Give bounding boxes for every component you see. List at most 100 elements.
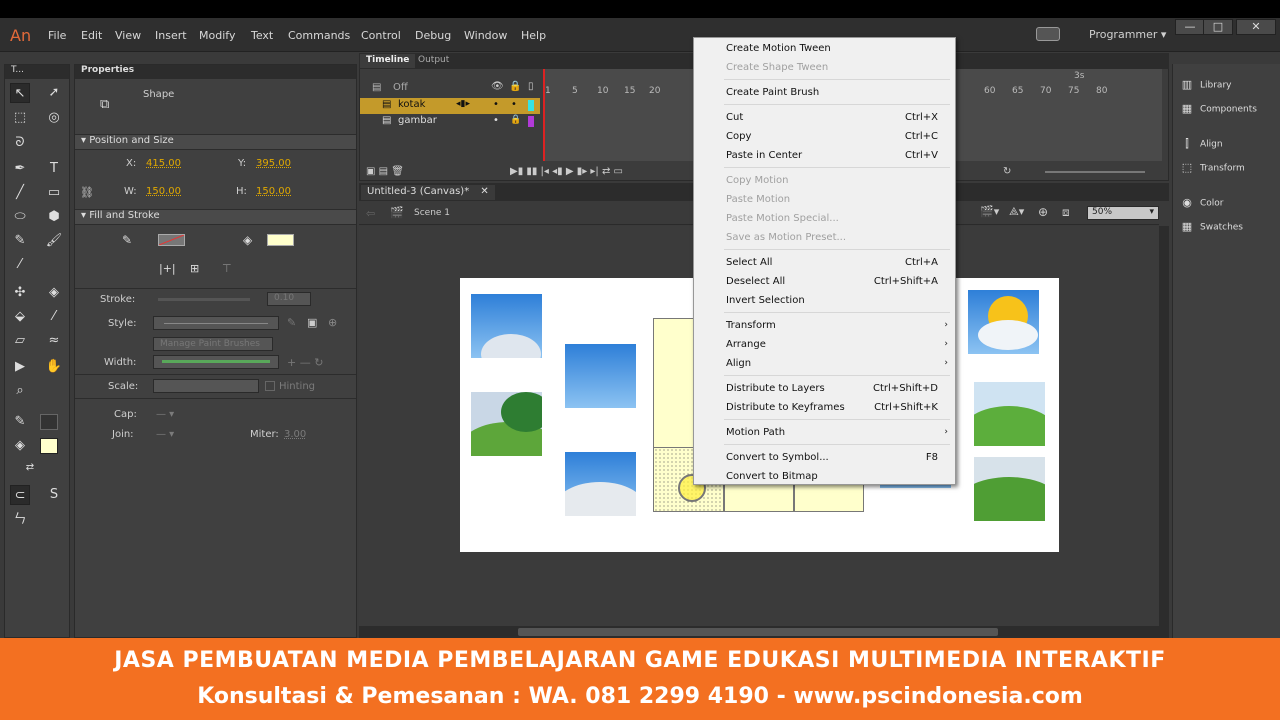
subselection-tool-icon[interactable]: ➚ bbox=[44, 83, 64, 103]
layer-color-box[interactable] bbox=[528, 100, 534, 111]
pencil-tool-icon[interactable]: ✎ bbox=[10, 231, 30, 251]
puzzle-image-tile[interactable] bbox=[974, 382, 1045, 446]
puzzle-image-tile[interactable] bbox=[974, 457, 1045, 521]
edit-stroke-style-icon[interactable]: ✎ bbox=[287, 316, 296, 329]
timeline-layer-buttons[interactable]: ▣ ▤ 🗑 bbox=[366, 166, 404, 177]
stroke-color-chip[interactable] bbox=[158, 234, 185, 246]
eraser-tool-icon[interactable]: ▱ bbox=[10, 331, 30, 351]
layer-row-gambar[interactable]: ▤ gambar • 🔒 bbox=[360, 114, 540, 130]
edit-symbols-icon[interactable]: ⟁▾ bbox=[1009, 205, 1024, 219]
cap-select[interactable]: — ▾ bbox=[156, 409, 174, 420]
camera-tool-icon[interactable]: ▶ bbox=[10, 357, 30, 377]
puzzle-image-tile[interactable] bbox=[471, 392, 542, 456]
context-menu-item-motion-path[interactable]: Motion Path › bbox=[726, 423, 948, 442]
outline-all-icon[interactable]: ▯ bbox=[528, 81, 534, 92]
lock-icon[interactable]: 🔒 bbox=[510, 115, 521, 125]
lock-all-icon[interactable]: 🔒 bbox=[509, 81, 521, 92]
straighten-icon[interactable]: ㄣ bbox=[10, 510, 30, 530]
close-tab-icon[interactable]: ✕ bbox=[480, 186, 488, 197]
h-value[interactable]: 150.00 bbox=[256, 186, 291, 197]
context-menu-item-create-paint-brush[interactable]: Create Paint Brush bbox=[726, 83, 948, 102]
context-menu-item-align[interactable]: Align › bbox=[726, 354, 948, 373]
miter-value[interactable]: 3.00 bbox=[284, 429, 306, 440]
menu-text[interactable]: Text bbox=[251, 29, 273, 42]
context-menu-item-convert-to-symbol[interactable]: Convert to Symbol... F8 bbox=[726, 448, 948, 467]
smooth-icon[interactable]: S bbox=[44, 485, 64, 505]
timeline-zoom-reset-icon[interactable]: ↻ bbox=[1003, 166, 1011, 177]
x-value[interactable]: 415.00 bbox=[146, 158, 181, 169]
context-menu-item-select-all[interactable]: Select All Ctrl+A bbox=[726, 253, 948, 272]
context-menu-item-copy[interactable]: Copy Ctrl+C bbox=[726, 127, 948, 146]
layer-row-kotak[interactable]: ▤ kotak ◂▮▸ • • bbox=[360, 98, 540, 114]
text-tool-icon[interactable]: T bbox=[44, 159, 64, 179]
polystar-tool-icon[interactable]: ⬢ bbox=[44, 207, 64, 227]
menu-view[interactable]: View bbox=[115, 29, 141, 42]
oval-tool-icon[interactable]: ⬭ bbox=[10, 207, 30, 227]
selection-tool-icon[interactable]: ↖ bbox=[10, 83, 30, 103]
join-select[interactable]: — ▾ bbox=[156, 429, 174, 440]
lasso-tool-icon[interactable]: ᘐ bbox=[10, 133, 30, 153]
tab-output[interactable]: Output bbox=[412, 54, 455, 68]
playhead[interactable] bbox=[543, 69, 545, 161]
puzzle-image-tile[interactable] bbox=[565, 452, 636, 516]
menu-window[interactable]: Window bbox=[464, 29, 507, 42]
context-menu-item-invert-selection[interactable]: Invert Selection bbox=[726, 291, 948, 310]
minimize-button[interactable]: — bbox=[1175, 19, 1205, 35]
menu-edit[interactable]: Edit bbox=[81, 29, 102, 42]
visibility-dot[interactable]: • bbox=[493, 115, 499, 126]
timeline-zoom-slider[interactable] bbox=[1045, 171, 1145, 173]
maximize-button[interactable]: □ bbox=[1203, 19, 1233, 35]
visibility-dot[interactable]: • bbox=[493, 99, 499, 110]
line-tool-icon[interactable]: ╱ bbox=[10, 183, 30, 203]
show-hide-all-icon[interactable]: 👁 bbox=[491, 81, 504, 92]
width-tool-icon[interactable]: ≈ bbox=[44, 331, 64, 351]
add-width-icon[interactable]: + — ↻ bbox=[287, 356, 323, 369]
fill-color-swatch[interactable] bbox=[40, 438, 58, 454]
tab-timeline[interactable]: Timeline bbox=[360, 54, 416, 68]
menu-commands[interactable]: Commands bbox=[288, 29, 350, 42]
dock-components[interactable]: ▦ Components bbox=[1180, 103, 1257, 115]
workspace-icon[interactable] bbox=[1036, 27, 1060, 41]
workspace-switcher[interactable]: Programmer ▾ bbox=[1089, 28, 1166, 41]
hand-tool-icon[interactable]: ✋ bbox=[44, 357, 64, 377]
puzzle-image-tile[interactable] bbox=[471, 294, 542, 358]
width-select[interactable] bbox=[153, 355, 279, 369]
timeline-playback-controls[interactable]: ▶▮ ▮▮ |◂ ◂▮ ▶ ▮▸ ▸| ⇄ ▭ bbox=[510, 166, 623, 177]
layer-color-box[interactable] bbox=[528, 116, 534, 127]
dock-transform[interactable]: ⬚ Transform bbox=[1180, 162, 1245, 174]
snap-to-objects-icon[interactable]: ⊂ bbox=[10, 485, 30, 505]
fill-transform-icon[interactable]: |+| bbox=[159, 262, 176, 275]
stroke-value-input[interactable]: 0.10 bbox=[267, 292, 311, 306]
horizontal-scrollbar-thumb[interactable] bbox=[518, 628, 998, 636]
swap-colors-icon[interactable]: ⇄ bbox=[20, 458, 40, 478]
puzzle-image-tile[interactable] bbox=[968, 290, 1039, 354]
add-brush-icon[interactable]: ⊕ bbox=[328, 316, 337, 329]
eyedropper-tool-icon[interactable]: ⁄ bbox=[44, 307, 64, 327]
pen-tool-icon[interactable]: ✒ bbox=[10, 159, 30, 179]
scale-select[interactable] bbox=[153, 379, 259, 393]
close-window-button[interactable]: ✕ bbox=[1236, 19, 1276, 35]
lock-dot[interactable]: • bbox=[511, 99, 517, 110]
stroke-slider[interactable] bbox=[158, 298, 250, 301]
document-tab[interactable]: Untitled-3 (Canvas)* ✕ bbox=[361, 185, 495, 200]
context-menu-item-distribute-to-keyframes[interactable]: Distribute to Keyframes Ctrl+Shift+K bbox=[726, 398, 948, 417]
object-drawing-icon[interactable]: ⊞ bbox=[190, 262, 199, 275]
scene-label[interactable]: Scene 1 bbox=[414, 208, 450, 218]
onion-skin-off-label[interactable]: Off bbox=[393, 82, 408, 93]
menu-help[interactable]: Help bbox=[521, 29, 546, 42]
dock-align[interactable]: ⫿ Align bbox=[1180, 138, 1222, 150]
context-menu-item-convert-to-bitmap[interactable]: Convert to Bitmap bbox=[726, 467, 948, 486]
menu-file[interactable]: File bbox=[48, 29, 66, 42]
zoom-select[interactable]: 50% ▾ bbox=[1087, 206, 1159, 220]
position-size-section-header[interactable]: ▾ Position and Size bbox=[75, 134, 356, 150]
y-value[interactable]: 395.00 bbox=[256, 158, 291, 169]
center-stage-icon[interactable]: ⊕ bbox=[1038, 205, 1048, 219]
menu-control[interactable]: Control bbox=[361, 29, 401, 42]
brush-tool-icon[interactable]: ⁄ bbox=[10, 255, 30, 275]
3d-rotation-tool-icon[interactable]: ◎ bbox=[44, 108, 64, 128]
manage-brushes-button[interactable]: Manage Paint Brushes bbox=[153, 337, 273, 351]
style-select[interactable] bbox=[153, 316, 279, 330]
fill-color-chip[interactable] bbox=[267, 234, 294, 246]
context-menu-item-arrange[interactable]: Arrange › bbox=[726, 335, 948, 354]
menu-insert[interactable]: Insert bbox=[155, 29, 187, 42]
